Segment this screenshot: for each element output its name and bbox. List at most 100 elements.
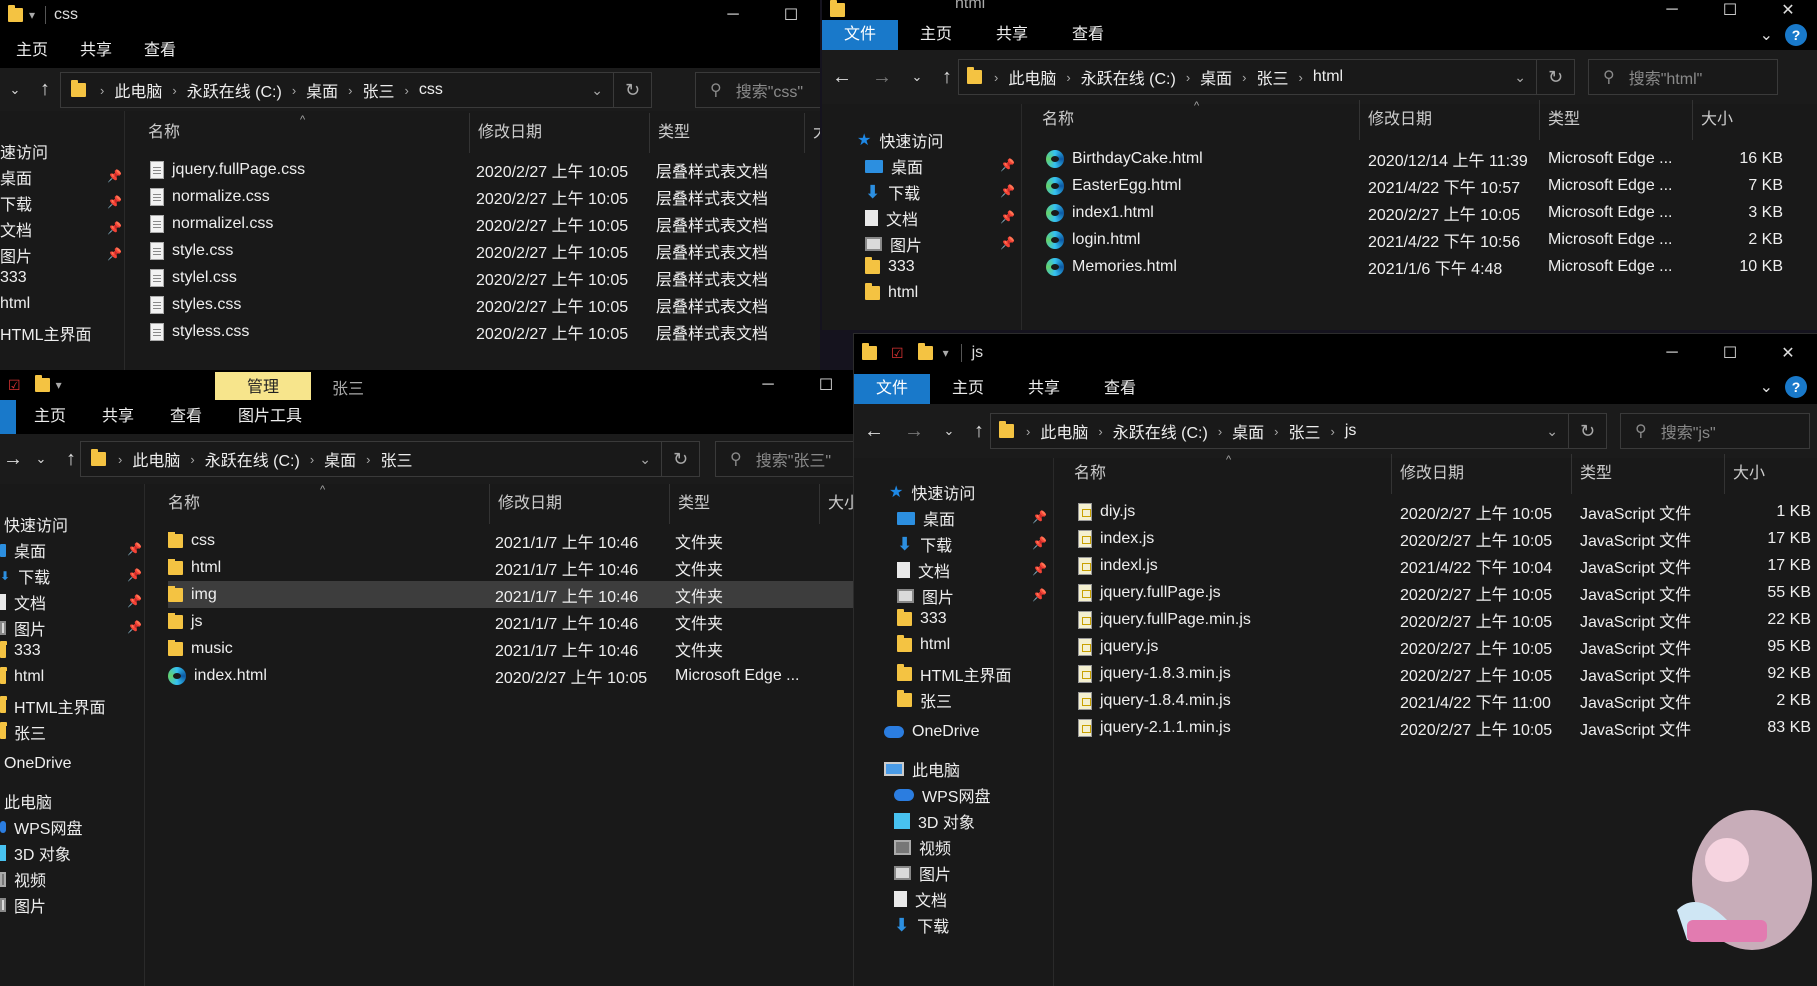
- minimize-button[interactable]: ─: [1643, 334, 1701, 372]
- nav-pictures[interactable]: 图片: [0, 243, 32, 267]
- list-item[interactable]: jquery.js 2020/2/27 上午 10:05 JavaScript 文件…: [1078, 633, 1811, 660]
- tab-share[interactable]: 共享: [1006, 374, 1082, 404]
- minimize-button[interactable]: ─: [1643, 0, 1701, 20]
- list-item[interactable]: jquery.fullPage.css 2020/2/27 上午 10:05 层叠样…: [150, 156, 768, 183]
- search-box[interactable]: ⚲ 搜索"张三": [715, 441, 855, 477]
- nav-quick-access[interactable]: ★ 快速访问: [889, 480, 975, 504]
- nav-html[interactable]: html: [0, 667, 44, 686]
- breadcrumb-item[interactable]: 张三: [381, 447, 413, 471]
- breadcrumb-item[interactable]: css: [419, 81, 443, 99]
- column-date[interactable]: 修改日期: [490, 484, 670, 524]
- breadcrumb-item[interactable]: 张三: [363, 78, 395, 102]
- chevron-down-icon[interactable]: ⌄: [639, 451, 651, 468]
- back-arrow-icon[interactable]: ←: [854, 420, 894, 443]
- column-type[interactable]: 类型: [650, 113, 805, 153]
- nav-zhangsan[interactable]: 张三: [0, 720, 46, 744]
- tab-picture-tools[interactable]: 图片工具: [220, 400, 320, 434]
- nav-html[interactable]: html: [0, 295, 30, 313]
- list-item[interactable]: BirthdayCake.html 2020/12/14 上午 11:39 Micr…: [1046, 145, 1783, 172]
- breadcrumb-item[interactable]: 永跃在线 (C:): [187, 78, 282, 102]
- search-box[interactable]: ⚲ 搜索"css": [695, 72, 820, 108]
- nav-downloads[interactable]: 下载: [0, 191, 32, 215]
- nav-wps[interactable]: WPS网盘: [894, 783, 990, 807]
- nav-html[interactable]: html: [865, 283, 918, 302]
- up-arrow-icon[interactable]: ↑: [30, 78, 60, 101]
- nav-downloads[interactable]: ⬇ 下载: [897, 532, 952, 556]
- forward-arrow-icon[interactable]: →: [894, 420, 934, 443]
- nav-html[interactable]: html: [897, 635, 950, 654]
- help-icon[interactable]: ?: [1785, 376, 1807, 398]
- list-item[interactable]: stylel.css 2020/2/27 上午 10:05 层叠样式表文档: [150, 264, 768, 291]
- nav-333[interactable]: 333: [0, 641, 41, 660]
- breadcrumb-item[interactable]: 张三: [1289, 419, 1321, 443]
- tab-view[interactable]: 查看: [128, 34, 192, 68]
- forward-arrow-icon[interactable]: →: [862, 66, 902, 89]
- maximize-button[interactable]: ☐: [1701, 334, 1759, 372]
- list-item[interactable]: index.js 2020/2/27 上午 10:05 JavaScript 文件 1…: [1078, 525, 1811, 552]
- properties-icon[interactable]: ☑: [891, 345, 904, 362]
- tab-share[interactable]: 共享: [64, 34, 128, 68]
- list-item[interactable]: normalize.css 2020/2/27 上午 10:05 层叠样式表文档: [150, 183, 768, 210]
- list-item[interactable]: styles.css 2020/2/27 上午 10:05 层叠样式表文档: [150, 291, 768, 318]
- recent-locations-icon[interactable]: ⌄: [26, 451, 56, 467]
- close-button[interactable]: ✕: [1759, 0, 1817, 20]
- column-size[interactable]: 大小: [1725, 454, 1817, 494]
- column-date[interactable]: 修改日期: [470, 113, 650, 153]
- nav-desktop[interactable]: 桌面: [0, 538, 46, 562]
- list-item[interactable]: style.css 2020/2/27 上午 10:05 层叠样式表文档: [150, 237, 768, 264]
- nav-documents[interactable]: 文档: [897, 558, 950, 582]
- list-item[interactable]: js 2021/1/7 上午 10:46 文件夹: [168, 608, 855, 635]
- nav-pictures[interactable]: 图片: [865, 232, 922, 256]
- list-item[interactable]: music 2021/1/7 上午 10:46 文件夹: [168, 635, 855, 662]
- tab-file[interactable]: [0, 400, 16, 434]
- nav-html-main[interactable]: HTML主界面: [0, 694, 106, 718]
- address-bar[interactable]: › 此电脑 › 永跃在线 (C:) › 桌面 › 张三 › css ⌄ ↻: [60, 72, 652, 108]
- recent-locations-icon[interactable]: ⌄: [934, 423, 964, 439]
- column-type[interactable]: 类型: [1540, 100, 1693, 140]
- nav-this-pc[interactable]: 此电脑: [4, 789, 52, 813]
- nav-onedrive[interactable]: OneDrive: [4, 755, 72, 773]
- tab-file[interactable]: 文件: [822, 20, 899, 50]
- tab-share[interactable]: 共享: [974, 20, 1050, 50]
- refresh-icon[interactable]: ↻: [1536, 60, 1574, 94]
- address-bar[interactable]: › 此电脑 › 永跃在线 (C:) › 桌面 › 张三 › html ⌄ ↻: [958, 59, 1575, 95]
- nav-html-main[interactable]: HTML主界面: [897, 662, 1012, 686]
- nav-pictures-pc[interactable]: 图片: [894, 861, 951, 885]
- breadcrumb-item[interactable]: 此电脑: [1040, 419, 1088, 443]
- help-icon[interactable]: ?: [1785, 24, 1807, 46]
- minimize-button[interactable]: ─: [739, 370, 797, 400]
- minimize-button[interactable]: ─: [704, 0, 762, 30]
- list-item[interactable]: jquery-2.1.1.min.js 2020/2/27 上午 10:05 Jav…: [1078, 714, 1811, 741]
- breadcrumb-item[interactable]: 此电脑: [132, 447, 180, 471]
- tab-home[interactable]: 主页: [0, 34, 64, 68]
- nav-333[interactable]: 333: [865, 257, 915, 276]
- nav-desktop[interactable]: 桌面: [0, 165, 32, 189]
- recent-locations-icon[interactable]: ⌄: [902, 69, 932, 85]
- list-item[interactable]: index.html 2020/2/27 上午 10:05 Microsoft Ed…: [168, 662, 855, 689]
- list-item[interactable]: jquery.fullPage.min.js 2020/2/27 上午 10:05…: [1078, 606, 1811, 633]
- list-item[interactable]: html 2021/1/7 上午 10:46 文件夹: [168, 554, 855, 581]
- maximize-button[interactable]: ☐: [1701, 0, 1759, 20]
- address-bar[interactable]: › 此电脑 › 永跃在线 (C:) › 桌面 › 张三 › js ⌄ ↻: [990, 413, 1607, 449]
- breadcrumb-item[interactable]: 桌面: [324, 447, 356, 471]
- breadcrumb-item[interactable]: 此电脑: [1008, 65, 1056, 89]
- column-date[interactable]: 修改日期: [1360, 100, 1540, 140]
- breadcrumb-item[interactable]: 永跃在线 (C:): [205, 447, 300, 471]
- tab-home[interactable]: 主页: [898, 20, 974, 50]
- properties-icon[interactable]: ☑: [8, 377, 21, 394]
- nav-desktop[interactable]: 桌面: [897, 506, 955, 530]
- refresh-icon[interactable]: ↻: [613, 73, 651, 107]
- list-item[interactable]: index1.html 2020/2/27 上午 10:05 Microsoft E…: [1046, 199, 1783, 226]
- nav-documents[interactable]: 文档: [0, 217, 32, 241]
- expand-ribbon-icon[interactable]: ⌄: [1760, 377, 1773, 397]
- column-size[interactable]: 大小: [1693, 100, 1793, 140]
- column-name[interactable]: 名称: [160, 484, 490, 524]
- tab-file[interactable]: 文件: [854, 374, 931, 404]
- list-item[interactable]: jquery-1.8.3.min.js 2020/2/27 上午 10:05 Jav…: [1078, 660, 1811, 687]
- qa-dropdown-icon[interactable]: ▾: [56, 378, 62, 392]
- list-item[interactable]: normalizel.css 2020/2/27 上午 10:05 层叠样式表文档: [150, 210, 768, 237]
- nav-downloads-pc[interactable]: ⬇ 下载: [894, 913, 949, 937]
- breadcrumb-item[interactable]: 桌面: [306, 78, 338, 102]
- nav-downloads[interactable]: ⬇ 下载: [0, 564, 50, 588]
- column-date[interactable]: 修改日期: [1392, 454, 1572, 494]
